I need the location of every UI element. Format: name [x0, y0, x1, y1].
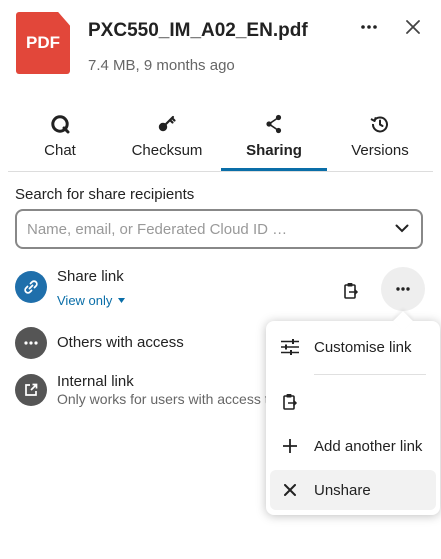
file-name: PXC550_IM_A02_EN.pdf	[88, 20, 308, 41]
search-label: Search for share recipients	[15, 186, 195, 203]
menu-separator	[314, 374, 426, 375]
internal-link-title: Internal link	[57, 373, 134, 390]
clipboard-copy-icon	[344, 283, 359, 299]
share-link-actions-button[interactable]	[381, 267, 425, 311]
more-actions-button[interactable]	[354, 12, 384, 42]
clipboard-copy-icon	[283, 394, 298, 410]
tab-checksum[interactable]: Checksum	[122, 112, 212, 172]
tab-versions-label: Versions	[351, 142, 409, 159]
share-link-menu: Customise link Add another link Unshare	[266, 321, 440, 515]
more-horizontal-icon	[24, 341, 38, 345]
menu-item-customise-link[interactable]: Customise link	[270, 327, 436, 367]
menu-item-add-another-link[interactable]: Add another link	[270, 426, 436, 466]
tab-chat-label: Chat	[44, 142, 76, 159]
others-with-access[interactable]: Others with access	[57, 334, 184, 351]
close-button[interactable]	[398, 12, 428, 42]
internal-link-avatar	[15, 374, 47, 406]
active-tab-indicator	[221, 168, 327, 171]
chat-icon	[51, 115, 70, 134]
internal-link-subtitle: Only works for users with access to this…	[57, 391, 266, 407]
menu-item-label: Customise link	[314, 338, 412, 356]
menu-item-label: Unshare	[314, 481, 371, 499]
tab-sharing[interactable]: Sharing	[221, 112, 327, 172]
chevron-down-icon[interactable]	[395, 224, 409, 233]
file-meta: 7.4 MB, 9 months ago	[88, 57, 235, 74]
link-icon	[24, 280, 38, 294]
permission-label: View only	[57, 293, 113, 308]
tabs-divider	[8, 171, 433, 172]
share-link-avatar	[15, 271, 47, 303]
share-link-title: Share link	[57, 268, 124, 285]
share-icon	[266, 114, 282, 134]
tab-sharing-label: Sharing	[246, 142, 302, 159]
tab-checksum-label: Checksum	[131, 142, 203, 159]
more-horizontal-icon	[361, 25, 377, 29]
internal-link-subtitle-clip: Only works for users with access to this…	[57, 391, 266, 411]
close-icon	[284, 484, 296, 496]
caret-down-icon	[118, 298, 126, 303]
external-link-icon	[25, 383, 38, 396]
menu-item-label: Add another link	[314, 437, 423, 455]
others-avatar[interactable]	[15, 327, 47, 359]
key-icon	[158, 115, 176, 132]
tab-versions[interactable]: Versions	[340, 112, 420, 172]
search-input[interactable]	[27, 219, 377, 239]
pdf-thumb-label: PDF	[26, 33, 60, 52]
tab-chat[interactable]: Chat	[20, 112, 100, 172]
history-icon	[370, 116, 388, 133]
share-recipient-search[interactable]	[15, 209, 423, 249]
menu-item-copy-link[interactable]	[270, 382, 436, 422]
permission-dropdown[interactable]: View only	[57, 293, 126, 308]
more-horizontal-icon	[396, 287, 410, 291]
plus-icon	[283, 439, 297, 453]
close-icon	[406, 20, 420, 34]
pdf-file-icon: PDF	[16, 12, 70, 74]
copy-link-button[interactable]	[340, 280, 362, 302]
menu-item-unshare[interactable]: Unshare	[270, 470, 436, 510]
tune-icon	[281, 339, 299, 355]
